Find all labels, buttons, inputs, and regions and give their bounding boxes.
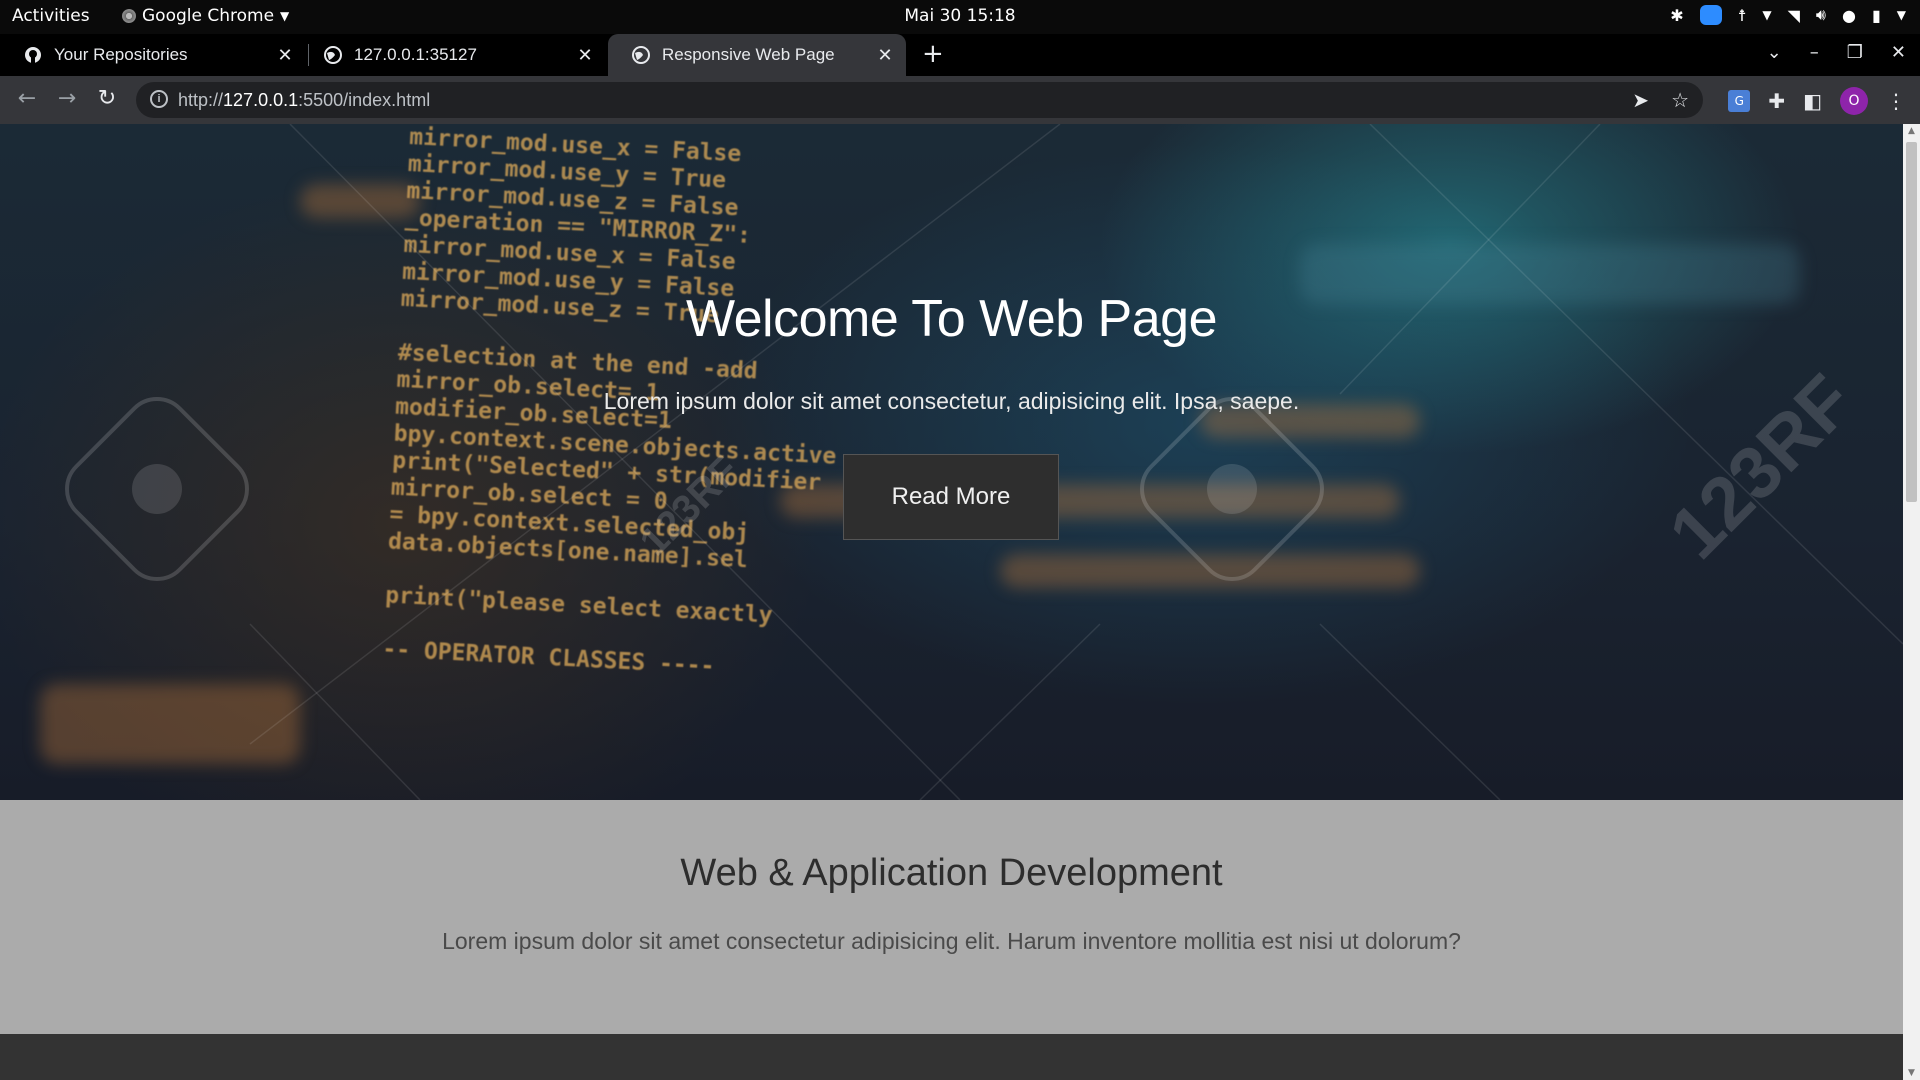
- close-icon[interactable]: ✕: [574, 45, 596, 66]
- back-icon[interactable]: ←: [13, 86, 41, 111]
- scroll-up-icon[interactable]: ▲: [1903, 126, 1920, 136]
- system-tray[interactable]: ✱ ☨ ▼ ◥ 🔊︎ ● ▮ ▼: [1670, 5, 1906, 25]
- window-controls: ⌄ – ❐ ✕: [1767, 42, 1906, 63]
- forward-icon[interactable]: →: [53, 86, 81, 111]
- services-section: Web & Application Development Lorem ipsu…: [0, 800, 1903, 1034]
- volume-icon[interactable]: 🔊︎: [1816, 5, 1826, 25]
- translate-icon[interactable]: G: [1728, 90, 1751, 112]
- slack-icon[interactable]: ✱: [1670, 6, 1683, 25]
- minimize-icon[interactable]: –: [1810, 42, 1819, 63]
- clock[interactable]: Mai 30 15:18: [0, 6, 1920, 26]
- more-menu-icon[interactable]: ⋮: [1886, 89, 1906, 113]
- tab-title: Responsive Web Page: [662, 45, 835, 64]
- profile-avatar[interactable]: O: [1840, 87, 1868, 115]
- battery-icon[interactable]: ▮: [1872, 6, 1881, 25]
- toolbar-extensions: G ✚ ◧ O ⋮: [1728, 87, 1906, 115]
- close-icon[interactable]: ✕: [274, 45, 296, 66]
- tab-strip: Your Repositories ✕ 127.0.0.1:35127 ✕ Re…: [0, 34, 1920, 76]
- new-tab-button[interactable]: +: [922, 39, 944, 69]
- page-scrollbar[interactable]: ▲ ▼: [1903, 124, 1920, 1080]
- send-icon[interactable]: ➤: [1632, 88, 1649, 113]
- wifi-icon[interactable]: ◥: [1788, 6, 1800, 25]
- address-bar[interactable]: i http://127.0.0.1:5500/index.html ➤ ☆: [136, 82, 1703, 118]
- section-text: Lorem ipsum dolor sit amet consectetur a…: [442, 928, 1461, 954]
- side-panel-icon[interactable]: ◧: [1803, 89, 1822, 113]
- hero-section: Welcome To Web Page Lorem ipsum dolor si…: [0, 124, 1903, 800]
- hero-text: Lorem ipsum dolor sit amet consectetur, …: [603, 388, 1300, 414]
- hero-title: Welcome To Web Page: [685, 290, 1218, 348]
- github-icon: [24, 46, 42, 64]
- next-section: [0, 1034, 1903, 1080]
- scrollbar-thumb[interactable]: [1906, 142, 1917, 502]
- tab-title: Your Repositories: [54, 45, 188, 64]
- system-top-bar: Activities Google Chrome ▼ Mai 30 15:18 …: [0, 0, 1920, 34]
- globe-icon: [324, 46, 342, 64]
- tab-responsive-web-page[interactable]: Responsive Web Page ✕: [608, 34, 906, 76]
- extensions-puzzle-icon[interactable]: ✚: [1768, 89, 1785, 113]
- globe-icon: [632, 46, 650, 64]
- tab-search-icon[interactable]: ⌄: [1767, 42, 1782, 63]
- close-icon[interactable]: ✕: [874, 45, 896, 66]
- tab-title: 127.0.0.1:35127: [354, 45, 477, 64]
- chevron-down-icon[interactable]: ▼: [1897, 8, 1906, 22]
- reload-icon[interactable]: ↻: [93, 86, 121, 111]
- tab-localhost[interactable]: 127.0.0.1:35127 ✕: [300, 34, 606, 76]
- zoom-icon[interactable]: [1699, 5, 1722, 25]
- chevron-down-icon[interactable]: ▼: [1762, 8, 1771, 22]
- read-more-button[interactable]: Read More: [843, 454, 1059, 540]
- tab-your-repositories[interactable]: Your Repositories ✕: [0, 34, 306, 76]
- accessibility-icon[interactable]: ☨: [1738, 6, 1747, 25]
- url-text[interactable]: http://127.0.0.1:5500/index.html: [178, 90, 430, 111]
- scroll-down-icon[interactable]: ▼: [1903, 1068, 1920, 1078]
- section-title: Web & Application Development: [680, 852, 1223, 894]
- browser-toolbar: ← → ↻ i http://127.0.0.1:5500/index.html…: [0, 76, 1920, 124]
- bookmark-star-icon[interactable]: ☆: [1671, 88, 1689, 113]
- site-info-icon[interactable]: i: [150, 90, 168, 108]
- microphone-icon[interactable]: ●: [1842, 6, 1856, 25]
- page-viewport: mirror_mod.use_x = False mirror_mod.use_y…: [0, 124, 1903, 1080]
- maximize-icon[interactable]: ❐: [1847, 42, 1863, 63]
- window-close-icon[interactable]: ✕: [1891, 42, 1906, 63]
